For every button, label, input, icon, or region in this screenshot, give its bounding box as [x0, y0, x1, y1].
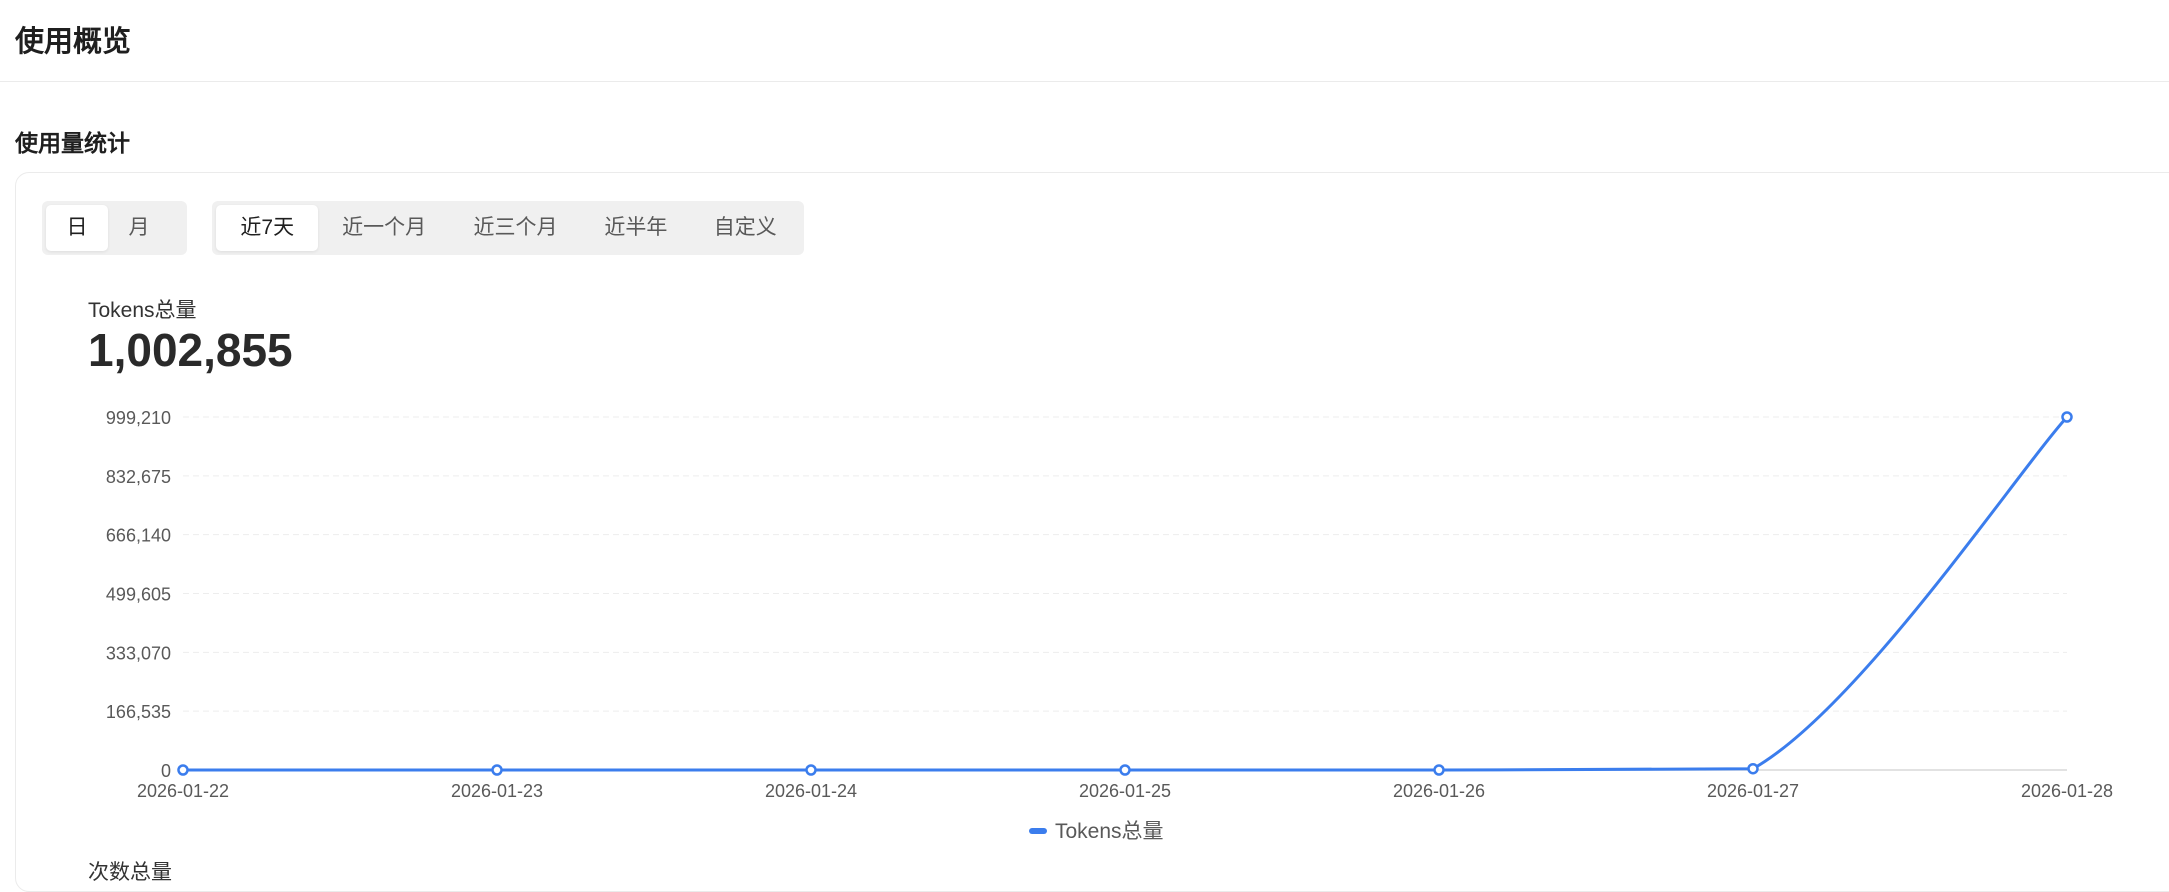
- x-tick-label: 2026-01-28: [2021, 781, 2113, 801]
- x-tick-label: 2026-01-25: [1079, 781, 1171, 801]
- x-tick-label: 2026-01-26: [1393, 781, 1485, 801]
- y-tick-label: 333,070: [106, 643, 171, 663]
- y-tick-label: 0: [161, 761, 171, 781]
- y-tick-label: 166,535: [106, 702, 171, 722]
- x-tick-label: 2026-01-27: [1707, 781, 1799, 801]
- y-tick-label: 832,675: [106, 467, 171, 487]
- x-tick-label: 2026-01-23: [451, 781, 543, 801]
- y-tick-label: 666,140: [106, 526, 171, 546]
- x-tick-label: 2026-01-24: [765, 781, 857, 801]
- y-tick-label: 999,210: [106, 408, 171, 428]
- data-point: [2061, 411, 2073, 423]
- data-point: [1433, 764, 1445, 776]
- data-point: [1119, 764, 1131, 776]
- x-tick-label: 2026-01-22: [137, 781, 229, 801]
- legend-label-tokens: Tokens总量: [1055, 820, 1164, 843]
- data-point: [177, 764, 189, 776]
- data-point: [805, 764, 817, 776]
- y-tick-label: 499,605: [106, 585, 171, 605]
- next-metric-label: 次数总量: [88, 861, 172, 884]
- data-point: [491, 764, 503, 776]
- tokens-line-chart: 0 166,535 333,070 499,605 666,140 832,675 999,…: [106, 408, 2113, 843]
- data-point: [1747, 762, 1759, 775]
- legend-swatch-tokens: [1029, 828, 1047, 834]
